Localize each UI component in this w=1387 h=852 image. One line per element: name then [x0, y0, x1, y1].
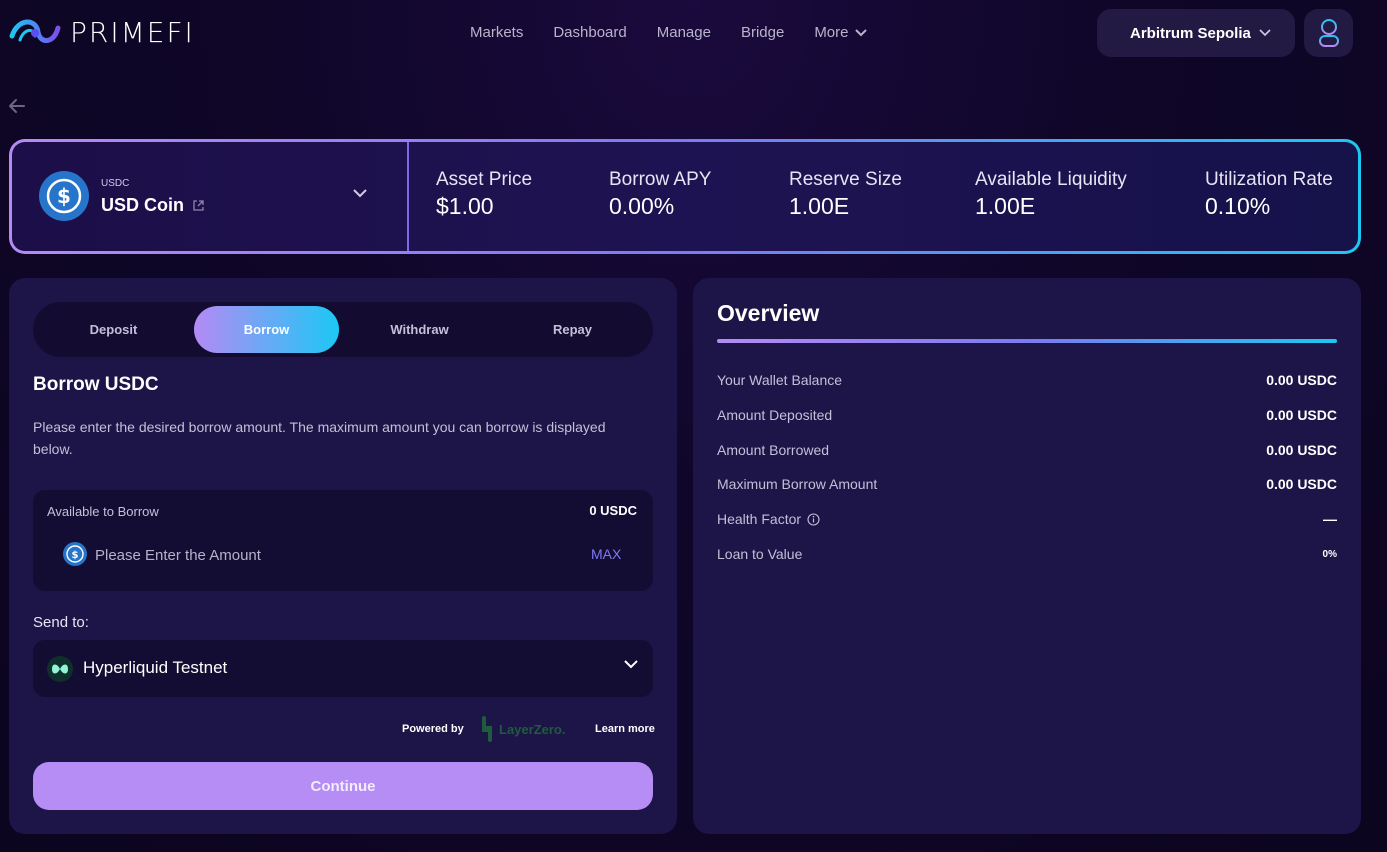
- external-link-icon[interactable]: [192, 199, 205, 212]
- overview-label: Maximum Borrow Amount: [717, 476, 878, 492]
- destination-chain-selector[interactable]: Hyperliquid Testnet: [33, 640, 653, 697]
- overview-title: Overview: [717, 300, 820, 326]
- continue-button[interactable]: Continue: [33, 762, 653, 810]
- overview-value: 0%: [1322, 548, 1337, 560]
- tab-deposit[interactable]: Deposit: [37, 306, 190, 353]
- send-to-label: Send to:: [33, 614, 89, 631]
- powered-by-label: Powered by: [402, 723, 464, 735]
- overview-value: 0.00 USDC: [1266, 407, 1337, 423]
- layerzero-label: LayerZero.: [499, 721, 566, 737]
- overview-row-health-factor: Health Factor —: [717, 511, 1337, 527]
- nav-dashboard[interactable]: Dashboard: [553, 24, 626, 41]
- action-tabs: Deposit Borrow Withdraw Repay: [33, 302, 653, 357]
- stat-available-liquidity: Available Liquidity 1.00E: [975, 169, 1127, 220]
- primefi-logo-icon: [9, 19, 61, 43]
- learn-more-link[interactable]: Learn more: [595, 723, 655, 735]
- info-icon[interactable]: [807, 512, 820, 526]
- user-icon: [1318, 19, 1339, 47]
- brand-logo[interactable]: PRIMEFI: [8, 14, 195, 50]
- chevron-down-icon: [624, 660, 638, 669]
- overview-row-loan-to-value: Loan to Value 0%: [717, 546, 1337, 562]
- overview-label: Loan to Value: [717, 546, 803, 562]
- stat-value: 1.00E: [789, 193, 850, 219]
- available-to-borrow-value: 0 USDC: [589, 503, 637, 518]
- chevron-down-icon: [1259, 29, 1271, 37]
- overview-label: Amount Borrowed: [717, 442, 830, 458]
- stat-label: Borrow APY: [609, 169, 712, 190]
- stat-asset-price: Asset Price $1.00: [436, 169, 532, 220]
- overview-label: Health Factor: [717, 511, 802, 527]
- max-button[interactable]: MAX: [591, 546, 621, 562]
- network-name: Arbitrum Sepolia: [1130, 24, 1251, 42]
- overview-label: Amount Deposited: [717, 407, 833, 423]
- asset-symbol: USDC: [101, 178, 130, 189]
- stat-borrow-apy: Borrow APY 0.00%: [609, 169, 711, 220]
- asset-name-row: USD Coin: [101, 195, 205, 216]
- stat-value: 0.00%: [609, 193, 675, 219]
- asset-selector[interactable]: $ USDC USD Coin: [12, 142, 409, 251]
- available-to-borrow-label: Available to Borrow: [47, 504, 159, 519]
- usdc-icon: $: [39, 171, 89, 221]
- account-button[interactable]: [1304, 9, 1353, 57]
- stat-value: $1.00: [436, 193, 494, 219]
- nav-more-label: More: [814, 24, 849, 41]
- stat-label: Utilization Rate: [1205, 169, 1333, 190]
- overview-row-wallet-balance: Your Wallet Balance 0.00 USDC: [717, 372, 1337, 388]
- borrow-card: Deposit Borrow Withdraw Repay Borrow USD…: [9, 278, 677, 834]
- overview-value: 0.00 USDC: [1266, 476, 1337, 492]
- main-nav: Markets Dashboard Manage Bridge More: [470, 24, 867, 41]
- overview-row-max-borrow: Maximum Borrow Amount 0.00 USDC: [717, 476, 1337, 492]
- destination-chain-name: Hyperliquid Testnet: [83, 658, 228, 677]
- overview-row-amount-borrowed: Amount Borrowed 0.00 USDC: [717, 442, 1337, 458]
- borrow-title: Borrow USDC: [33, 374, 159, 395]
- back-arrow-icon[interactable]: [6, 95, 28, 117]
- stat-label: Reserve Size: [789, 169, 902, 190]
- hyperliquid-icon: [47, 656, 73, 682]
- stat-value: 0.10%: [1205, 193, 1271, 219]
- amount-box: Available to Borrow 0 USDC $ MAX: [33, 490, 653, 591]
- chevron-down-icon: [353, 189, 367, 198]
- stat-label: Available Liquidity: [975, 169, 1127, 190]
- svg-text:$: $: [72, 550, 79, 561]
- overview-label: Your Wallet Balance: [717, 372, 843, 388]
- nav-markets[interactable]: Markets: [470, 24, 523, 41]
- overview-card: Overview Your Wallet Balance 0.00 USDC A…: [693, 278, 1361, 834]
- asset-banner: $ USDC USD Coin Asset Price $1.00 Borrow…: [9, 139, 1361, 254]
- tab-withdraw[interactable]: Withdraw: [343, 306, 496, 353]
- overview-row-amount-deposited: Amount Deposited 0.00 USDC: [717, 407, 1337, 423]
- overview-value: —: [1323, 511, 1337, 527]
- nav-bridge[interactable]: Bridge: [741, 24, 784, 41]
- stat-label: Asset Price: [436, 169, 533, 190]
- stat-reserve-size: Reserve Size 1.00E: [789, 169, 902, 220]
- stat-value: 1.00E: [975, 193, 1036, 219]
- brand-name: PRIMEFI: [70, 15, 195, 49]
- usdc-icon: $: [63, 542, 87, 566]
- tab-repay[interactable]: Repay: [496, 306, 649, 353]
- tab-borrow[interactable]: Borrow: [193, 306, 340, 353]
- nav-manage[interactable]: Manage: [657, 24, 711, 41]
- asset-name: USD Coin: [101, 195, 184, 215]
- network-selector[interactable]: Arbitrum Sepolia: [1097, 9, 1295, 57]
- chevron-down-icon: [854, 28, 867, 36]
- svg-text:$: $: [57, 184, 71, 208]
- overview-value: 0.00 USDC: [1266, 442, 1337, 458]
- stat-utilization-rate: Utilization Rate 0.10%: [1205, 169, 1333, 220]
- layerzero-icon: [482, 716, 492, 742]
- health-factor-label-group: Health Factor: [717, 511, 820, 527]
- borrow-amount-input[interactable]: [95, 542, 515, 568]
- overview-divider: [717, 339, 1337, 343]
- header: PRIMEFI Markets Dashboard Manage Bridge …: [0, 0, 1387, 68]
- overview-value: 0.00 USDC: [1266, 372, 1337, 388]
- borrow-description: Please enter the desired borrow amount. …: [33, 419, 606, 457]
- layerzero-logo: LayerZero.: [479, 716, 565, 742]
- nav-more[interactable]: More: [814, 24, 867, 41]
